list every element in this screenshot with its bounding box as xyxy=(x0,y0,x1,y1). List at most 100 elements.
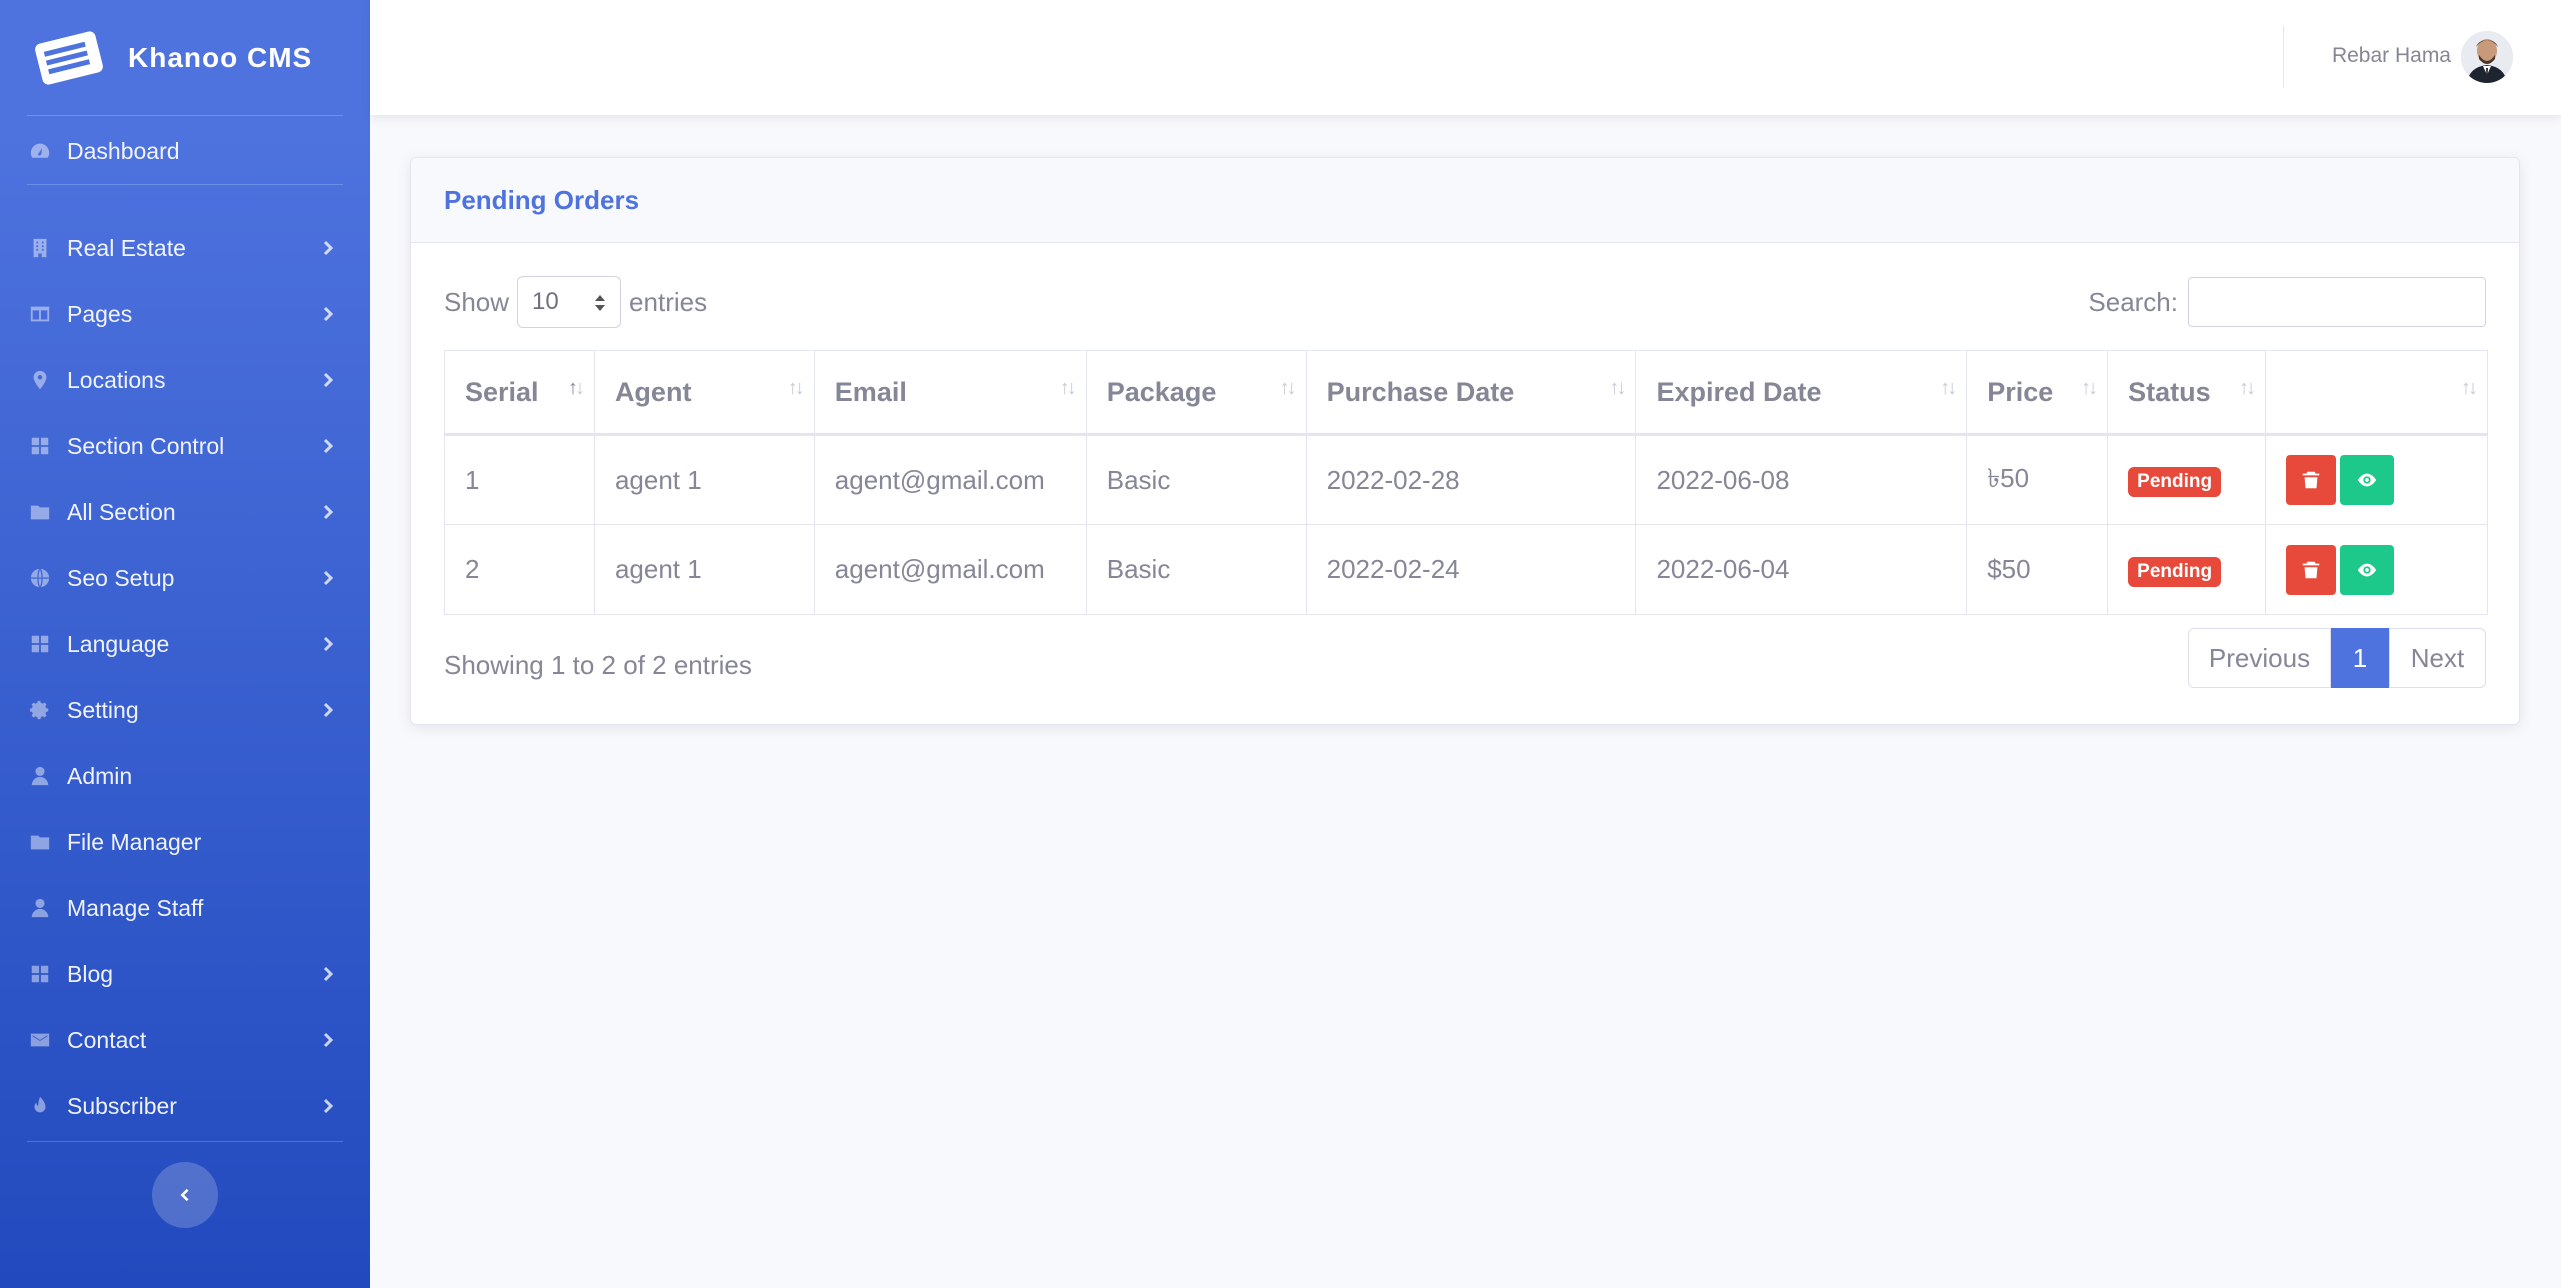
entries-select[interactable]: 10 xyxy=(517,276,622,328)
avatar[interactable] xyxy=(2461,31,2513,83)
sidebar-item-real-estate[interactable]: Real Estate xyxy=(0,215,370,281)
brand[interactable]: Khanoo CMS xyxy=(0,0,370,115)
column-label: Serial xyxy=(465,376,539,407)
cell-serial: 1 xyxy=(444,434,595,525)
chevron-right-icon xyxy=(323,702,334,718)
card-title: Pending Orders xyxy=(444,184,640,215)
view-button[interactable] xyxy=(2340,544,2395,595)
pagination: Previous 1 Next xyxy=(2188,628,2486,688)
chevron-right-icon xyxy=(323,438,334,454)
sidebar-item-seo-setup[interactable]: Seo Setup xyxy=(0,545,370,611)
sidebar-item-admin[interactable]: Admin xyxy=(0,743,370,809)
sidebar-item-label: Locations xyxy=(67,366,166,393)
building-icon xyxy=(27,235,53,261)
column-header-email[interactable]: Email ↑↓ xyxy=(813,350,1087,436)
column-header-serial[interactable]: Serial ↑↓ xyxy=(444,350,595,436)
sidebar-item-label: Manage Staff xyxy=(67,894,204,921)
cell-purchase-date: 2022-02-28 xyxy=(1305,434,1637,525)
sidebar-item-label: Subscriber xyxy=(67,1092,177,1119)
view-button[interactable] xyxy=(2340,455,2395,505)
cell-purchase-date: 2022-02-24 xyxy=(1305,524,1637,615)
sidebar-item-blog[interactable]: Blog xyxy=(0,941,370,1007)
table-row: 1 agent 1 agent@gmail.com Basic 2022-02-… xyxy=(444,434,2488,525)
chevron-right-icon xyxy=(323,1098,334,1114)
column-label: Agent xyxy=(614,376,692,407)
sidebar-item-all-section[interactable]: All Section xyxy=(0,479,370,545)
entries-label: entries xyxy=(629,286,708,317)
cell-price: ৳50 xyxy=(1966,434,2109,525)
cell-serial: 2 xyxy=(444,524,595,615)
column-header-status[interactable]: Status ↑↓ xyxy=(2107,350,2267,436)
sort-icon: ↑↓ xyxy=(567,377,585,399)
column-header-purchase-date[interactable]: Purchase Date ↑↓ xyxy=(1305,350,1637,436)
brand-logo-icon xyxy=(32,29,106,87)
status-badge: Pending xyxy=(2128,556,2222,587)
table-header-row: Serial ↑↓ Agent ↑↓ Email ↑↓ Package ↑↓ Purch… xyxy=(444,350,2488,436)
sidebar-divider xyxy=(27,184,343,185)
eye-icon xyxy=(2357,473,2377,487)
chevron-right-icon xyxy=(323,636,334,652)
column-header-actions[interactable]: ↑↓ xyxy=(2265,350,2488,436)
chevron-right-icon xyxy=(323,966,334,982)
brand-name: Khanoo CMS xyxy=(128,41,313,73)
sidebar-item-file-manager[interactable]: File Manager xyxy=(0,809,370,875)
user-name[interactable]: Rebar Hama xyxy=(2332,44,2451,68)
entries-select-value: 10 xyxy=(532,288,559,315)
chevron-right-icon xyxy=(323,1032,334,1048)
cell-actions xyxy=(2265,434,2488,525)
column-header-agent[interactable]: Agent ↑↓ xyxy=(593,350,815,436)
table-controls: Show 10 entries Search: xyxy=(444,276,2486,328)
next-page-button[interactable]: Next xyxy=(2389,628,2486,688)
sidebar-toggle-button[interactable] xyxy=(152,1162,218,1228)
sidebar-item-subscriber[interactable]: Subscriber xyxy=(0,1073,370,1139)
fire-icon xyxy=(27,1093,53,1119)
sort-icon: ↑↓ xyxy=(787,377,805,399)
cell-package: Basic xyxy=(1085,524,1307,615)
column-header-package[interactable]: Package ↑↓ xyxy=(1085,350,1307,436)
show-label: Show xyxy=(444,286,510,317)
sidebar-item-setting[interactable]: Setting xyxy=(0,677,370,743)
sidebar-item-pages[interactable]: Pages xyxy=(0,281,370,347)
sidebar-item-section-control[interactable]: Section Control xyxy=(0,413,370,479)
sidebar-item-label: Pages xyxy=(67,300,133,327)
sidebar-item-label: Dashboard xyxy=(67,137,180,164)
column-label: Email xyxy=(834,376,907,407)
trash-icon xyxy=(2302,561,2320,578)
search-label: Search: xyxy=(2088,286,2178,317)
chevron-right-icon xyxy=(323,240,334,256)
cell-expired-date: 2022-06-08 xyxy=(1635,434,1968,525)
status-badge: Pending xyxy=(2128,467,2222,497)
previous-page-button[interactable]: Previous xyxy=(2188,628,2331,688)
cell-actions xyxy=(2265,524,2488,615)
sidebar-divider xyxy=(27,1141,343,1142)
delete-button[interactable] xyxy=(2286,455,2337,505)
page-1-button[interactable]: 1 xyxy=(2331,628,2389,688)
sort-arrows-icon xyxy=(595,295,606,311)
chevron-left-icon xyxy=(180,1188,189,1202)
sidebar-item-locations[interactable]: Locations xyxy=(0,347,370,413)
folder-icon xyxy=(27,829,53,855)
column-label: Status xyxy=(2128,376,2211,407)
sort-icon: ↑↓ xyxy=(1059,377,1077,399)
column-label: Expired Date xyxy=(1656,376,1822,407)
sidebar-item-language[interactable]: Language xyxy=(0,611,370,677)
cell-status: Pending xyxy=(2107,434,2267,525)
sidebar-item-manage-staff[interactable]: Manage Staff xyxy=(0,875,370,941)
search-input[interactable] xyxy=(2188,277,2486,327)
sidebar-item-contact[interactable]: Contact xyxy=(0,1007,370,1073)
cell-agent: agent 1 xyxy=(593,434,815,525)
sidebar-item-label: Language xyxy=(67,630,170,657)
column-header-price[interactable]: Price ↑↓ xyxy=(1966,350,2109,436)
sort-icon: ↑↓ xyxy=(2461,377,2478,399)
sidebar-item-label: Seo Setup xyxy=(67,564,175,591)
sidebar-divider xyxy=(27,115,343,116)
sidebar-item-dashboard[interactable]: Dashboard xyxy=(0,118,370,184)
grid-icon xyxy=(27,961,53,987)
sidebar-item-label: Real Estate xyxy=(67,234,186,261)
delete-button[interactable] xyxy=(2286,544,2337,595)
grid-icon xyxy=(27,631,53,657)
column-header-expired-date[interactable]: Expired Date ↑↓ xyxy=(1635,350,1968,436)
chevron-right-icon xyxy=(323,306,334,322)
table-row: 2 agent 1 agent@gmail.com Basic 2022-02-… xyxy=(444,524,2488,615)
length-control: Show 10 entries xyxy=(444,276,707,328)
